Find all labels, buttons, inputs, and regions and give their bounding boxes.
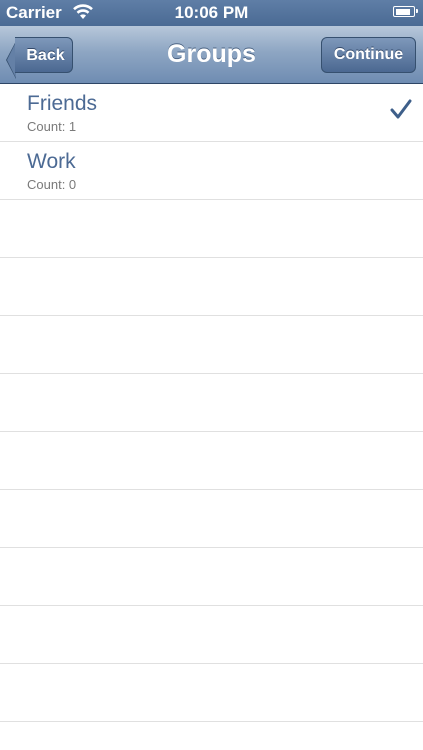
- empty-row: [0, 316, 423, 374]
- empty-row: [0, 548, 423, 606]
- empty-row: [0, 722, 423, 750]
- groups-list: Friends Count: 1 Work Count: 0: [0, 84, 423, 750]
- group-row-work[interactable]: Work Count: 0: [0, 142, 423, 200]
- status-time: 10:06 PM: [174, 3, 249, 22]
- empty-row: [0, 432, 423, 490]
- continue-button[interactable]: Continue: [321, 37, 416, 73]
- group-count: Count: 1: [27, 119, 77, 134]
- group-row-friends[interactable]: Friends Count: 1: [0, 84, 423, 142]
- group-name: Work: [27, 150, 76, 173]
- empty-row: [0, 606, 423, 664]
- empty-row: [0, 490, 423, 548]
- screen: Carrier 10:06 PM Back Groups Continue Fr…: [0, 0, 423, 750]
- battery-level: [395, 8, 410, 15]
- battery-icon: [393, 6, 418, 17]
- checkmark-icon: [390, 99, 412, 119]
- navigation-bar: Back Groups Continue: [0, 26, 423, 84]
- empty-row: [0, 374, 423, 432]
- empty-row: [0, 258, 423, 316]
- group-count: Count: 0: [27, 177, 77, 192]
- empty-row: [0, 200, 423, 258]
- group-name: Friends: [27, 92, 98, 115]
- empty-row: [0, 664, 423, 722]
- status-bar: Carrier 10:06 PM: [0, 0, 423, 26]
